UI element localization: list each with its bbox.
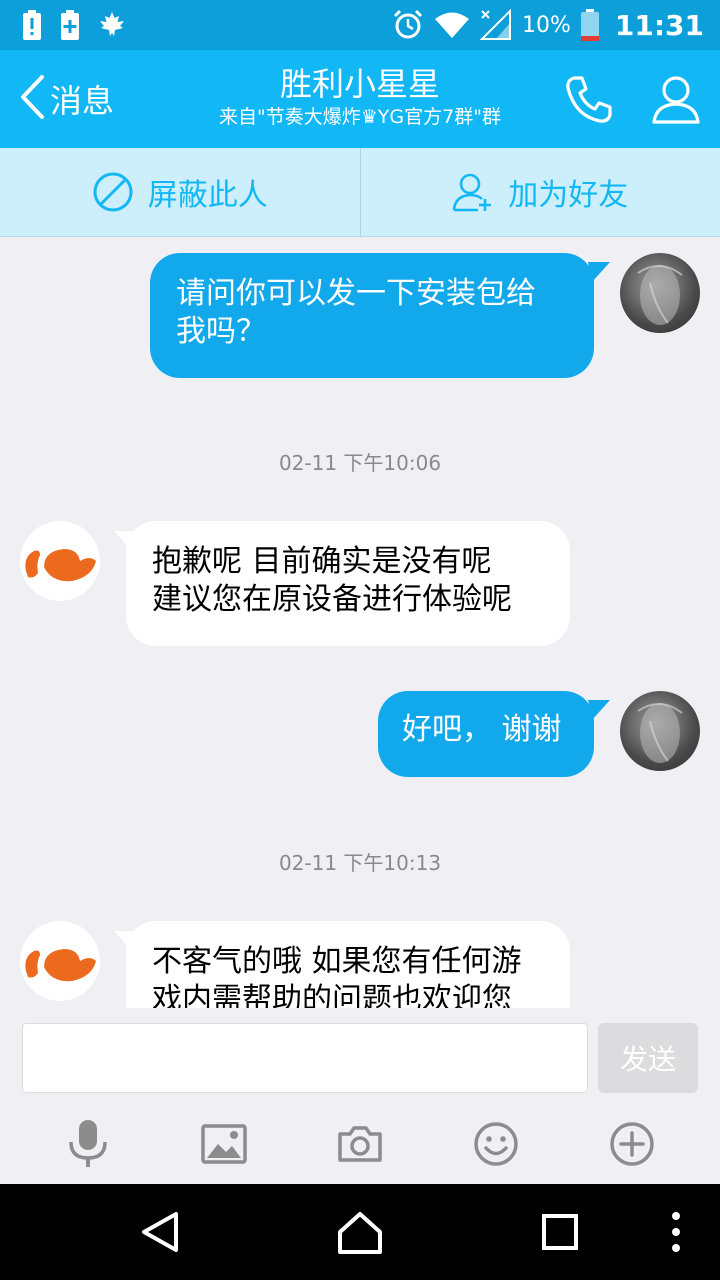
- add-friend-label: 加为好友: [508, 178, 629, 213]
- system-nav-bar: [0, 1184, 720, 1280]
- person-icon: [652, 76, 700, 124]
- timestamp: 02-11 下午10:06: [278, 451, 442, 475]
- avatar-self[interactable]: [620, 253, 700, 333]
- wifi-icon: [434, 10, 470, 40]
- message-line: 请问你可以发一下安装包给: [176, 276, 536, 311]
- title-bar: 消息 胜利小星星 来自"节奏大爆炸♛YG官方7群"群: [0, 50, 720, 148]
- profile-button[interactable]: [648, 72, 704, 128]
- call-button[interactable]: [560, 72, 616, 128]
- avatar-self[interactable]: [620, 691, 700, 771]
- battery-icon: [580, 9, 599, 41]
- phone-icon: [566, 76, 612, 123]
- message-line: 戏内需帮助的问题也欢迎您: [152, 982, 512, 1008]
- status-right: 10% 11:31: [392, 9, 704, 42]
- block-icon: [93, 172, 133, 212]
- square-recents-icon: [542, 1214, 578, 1250]
- add-friend-icon: [452, 173, 492, 212]
- chevron-left-icon: [18, 74, 46, 124]
- service-logo-icon: [25, 949, 96, 982]
- camera-button[interactable]: [330, 1114, 390, 1174]
- message-bubble-incoming[interactable]: 抱歉呢 目前确实是没有呢 建议您在原设备进行体验呢: [126, 521, 570, 646]
- page-subtitle: 来自"节奏大爆炸♛YG官方7群"群: [219, 106, 501, 128]
- message-line: 好吧， 谢谢: [402, 712, 562, 747]
- message-line: 抱歉呢 目前确实是没有呢: [152, 544, 492, 579]
- block-user-label: 屏蔽此人: [147, 178, 268, 213]
- plus-icon: [610, 1122, 654, 1166]
- back-label: 消息: [50, 82, 115, 120]
- status-time: 11:31: [614, 8, 704, 42]
- nav-menu-button[interactable]: [656, 1208, 696, 1256]
- avatar-contact[interactable]: [20, 521, 100, 601]
- triangle-back-icon: [142, 1212, 178, 1252]
- more-vertical-icon: [672, 1212, 680, 1252]
- message-line: 不客气的哦 如果您有任何游: [152, 944, 522, 979]
- back-button[interactable]: 消息: [18, 72, 114, 126]
- action-bar: 屏蔽此人 加为好友: [0, 148, 720, 237]
- status-bar: 10% 11:31: [0, 0, 720, 50]
- alarm-icon: [392, 9, 424, 41]
- status-left: [22, 10, 126, 40]
- service-logo-icon: [25, 549, 96, 582]
- title-block: 胜利小星星 来自"节奏大爆炸♛YG官方7群"群: [200, 64, 520, 130]
- maple-leaf-icon: [98, 11, 126, 39]
- message-line: 我吗？: [176, 314, 266, 349]
- more-button[interactable]: [602, 1114, 662, 1174]
- voice-button[interactable]: [58, 1114, 118, 1174]
- message-bubble-incoming[interactable]: 不客气的哦 如果您有任何游 戏内需帮助的问题也欢迎您: [126, 921, 570, 1008]
- avatar-contact[interactable]: [20, 921, 100, 1001]
- nav-back-button[interactable]: [136, 1208, 184, 1256]
- message-line: 建议您在原设备进行体验呢: [152, 582, 512, 617]
- battery-plus-icon: [60, 10, 80, 40]
- home-icon: [338, 1212, 382, 1254]
- chat-screen: 10% 11:31 消息 胜利小星星 来自"节奏大爆炸♛YG官方7群"群 屏蔽此…: [0, 0, 720, 1280]
- emoji-icon: [474, 1122, 518, 1166]
- send-button[interactable]: 发送: [598, 1023, 698, 1093]
- emoji-button[interactable]: [466, 1114, 526, 1174]
- message-bubble-outgoing[interactable]: 请问你可以发一下安装包给 我吗？: [150, 253, 594, 378]
- avatar-photo-icon: [637, 703, 683, 763]
- battery-alert-icon: [22, 10, 42, 40]
- message-bubble-outgoing[interactable]: 好吧， 谢谢: [378, 691, 594, 777]
- nav-recents-button[interactable]: [536, 1208, 584, 1256]
- chat-area[interactable]: 请问你可以发一下安装包给 我吗？ 02-11 下午10:06 抱歉呢 目前确实是…: [0, 237, 720, 1008]
- composer-toolbar: [0, 1104, 720, 1184]
- page-title: 胜利小星星: [279, 65, 440, 103]
- block-user-button[interactable]: 屏蔽此人: [0, 148, 360, 236]
- timestamp: 02-11 下午10:13: [278, 851, 442, 875]
- add-friend-button[interactable]: 加为好友: [361, 148, 720, 236]
- battery-percent: 10%: [521, 12, 571, 38]
- composer: 发送: [0, 1008, 720, 1104]
- microphone-icon: [69, 1120, 107, 1167]
- image-icon: [201, 1124, 247, 1164]
- camera-icon: [338, 1126, 382, 1162]
- image-button[interactable]: [194, 1114, 254, 1174]
- avatar-photo-icon: [637, 265, 683, 325]
- message-input[interactable]: [22, 1023, 588, 1093]
- nav-home-button[interactable]: [336, 1208, 384, 1256]
- signal-icon: [479, 9, 512, 41]
